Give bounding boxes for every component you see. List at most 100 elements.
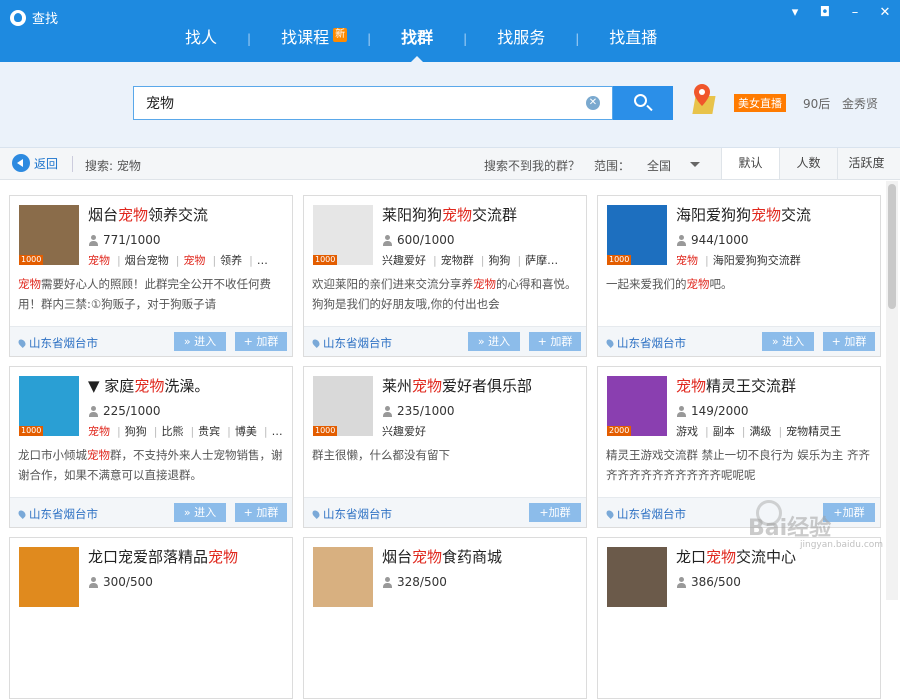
group-tag: 宠物 — [183, 254, 206, 267]
tab-label: 找人 — [185, 28, 218, 47]
scroll-thumb[interactable] — [888, 184, 896, 309]
member-count-text: 328/500 — [397, 575, 447, 589]
group-avatar[interactable]: 2000 — [607, 376, 667, 436]
enter-button[interactable]: » 进入 — [468, 332, 520, 351]
group-title[interactable]: 宠物精灵王交流群 — [676, 375, 796, 396]
sort-default[interactable]: 默认 — [721, 148, 779, 179]
member-count: 235/1000 — [382, 404, 455, 418]
tab-find-live[interactable]: 找直播 — [609, 20, 657, 58]
filter-bar: 返回 搜索: 宠物 搜索不到我的群？ 范围： 全国 默认 人数 活跃度 — [0, 148, 900, 180]
group-description — [606, 616, 874, 656]
desc-text: 欢迎莱阳的亲们进来交流分享养 — [312, 277, 473, 291]
group-card[interactable]: 1000 莱州宠物爱好者俱乐部 235/1000 兴趣爱好 群主很懒，什么都没有留下 山东… — [303, 366, 587, 528]
group-card[interactable]: 龙口宠爱部落精品宠物 300/500 — [9, 537, 293, 699]
member-count-text: 235/1000 — [397, 404, 455, 418]
join-button[interactable]: + 加群 — [529, 332, 581, 351]
live-badge[interactable]: 美女直播 — [734, 94, 786, 112]
group-title[interactable]: 烟台宠物领养交流 — [88, 204, 208, 225]
enter-button[interactable]: » 进入 — [174, 503, 226, 522]
member-count-text: 225/1000 — [103, 404, 161, 418]
member-count-text: 771/1000 — [103, 233, 161, 247]
location-pin-icon — [605, 338, 615, 348]
back-button[interactable]: 返回 — [12, 154, 58, 172]
location-text: 山东省烟台市 — [323, 507, 392, 521]
hot-keyword[interactable]: 金秀贤 — [842, 95, 878, 112]
app-title: 查找 — [10, 8, 58, 27]
group-avatar[interactable]: 1000 — [19, 376, 79, 436]
group-location: 山东省烟台市 — [605, 335, 686, 351]
join-button[interactable]: + 加群 — [235, 332, 287, 351]
tag-divider: | — [480, 254, 485, 267]
group-avatar[interactable]: 1000 — [313, 205, 373, 265]
skin-icon[interactable]: ◘ — [818, 6, 832, 20]
join-button[interactable]: + 加群 — [235, 503, 287, 522]
tag-divider: | — [249, 254, 253, 267]
group-avatar[interactable]: 1000 — [313, 376, 373, 436]
enter-button[interactable]: » 进入 — [762, 332, 814, 351]
tab-find-service[interactable]: 找服务 — [497, 20, 545, 58]
group-card[interactable]: 1000 莱阳狗狗宠物交流群 600/1000 兴趣爱好 | 宠物群 | 狗狗 | 萨摩… 欢迎莱阳… — [303, 195, 587, 357]
close-icon[interactable]: ✕ — [878, 6, 892, 20]
person-icon — [382, 576, 393, 588]
card-footer: 山东省烟台市 » 进入 + 加群 — [10, 326, 292, 356]
sort-members[interactable]: 人数 — [779, 148, 837, 179]
group-tag: 宠物 — [88, 254, 110, 267]
enter-button[interactable]: » 进入 — [174, 332, 226, 351]
group-card[interactable]: 1000 烟台宠物领养交流 771/1000 宠物 | 烟台宠物 | 宠物 | 领养 |… 宠物需要好… — [9, 195, 293, 357]
minimize-icon[interactable]: – — [848, 6, 862, 20]
group-avatar[interactable]: 1000 — [607, 205, 667, 265]
group-title[interactable]: 莱阳狗狗宠物交流群 — [382, 204, 517, 225]
title-text: 莱阳狗狗 — [382, 206, 443, 224]
chevron-down-icon[interactable] — [690, 162, 700, 167]
group-location: 山东省烟台市 — [17, 506, 98, 522]
group-avatar[interactable] — [19, 547, 79, 607]
group-card[interactable]: 烟台宠物食药商城 328/500 — [303, 537, 587, 699]
group-tag: … — [256, 254, 268, 267]
hot-keyword[interactable]: 90后 — [803, 95, 830, 112]
range-select[interactable]: 全国 — [647, 157, 671, 174]
clear-icon[interactable]: ✕ — [586, 96, 600, 110]
tab-find-people[interactable]: 找人 — [185, 20, 217, 58]
join-button[interactable]: + 加群 — [823, 332, 875, 351]
group-card[interactable]: 2000 宠物精灵王交流群 149/2000 游戏 | 副本 | 满级 | 宠物精灵王 精灵王游戏交… — [597, 366, 881, 528]
scrollbar[interactable] — [886, 181, 898, 600]
search-box: ✕ — [133, 86, 613, 120]
join-button[interactable]: +加群 — [529, 503, 581, 522]
group-title[interactable]: 海阳爱狗狗宠物交流 — [676, 204, 811, 225]
group-location: 山东省烟台市 — [17, 335, 98, 351]
group-avatar[interactable]: 1000 — [19, 205, 79, 265]
search-input[interactable] — [134, 87, 564, 119]
group-title[interactable]: 龙口宠爱部落精品宠物 — [88, 546, 238, 567]
tab-label: 找服务 — [497, 28, 546, 47]
title-text: ▼ 家庭 — [88, 377, 135, 395]
tab-find-course[interactable]: 找课程新 — [281, 20, 348, 58]
title-bar: 查找 ▾ ◘ – ✕ 找人 | 找课程新 | 找群 | 找服务 | 找直播 — [0, 0, 900, 62]
group-avatar[interactable] — [313, 547, 373, 607]
group-title[interactable]: 莱州宠物爱好者俱乐部 — [382, 375, 532, 396]
tab-find-group[interactable]: 找群 — [401, 20, 433, 62]
search-button[interactable] — [613, 86, 673, 120]
group-card[interactable]: 1000 海阳爱狗狗宠物交流 944/1000 宠物 | 海阳爱狗狗交流群 一起来爱我们的宠… — [597, 195, 881, 357]
member-count: 600/1000 — [382, 233, 455, 247]
sort-activity[interactable]: 活跃度 — [837, 148, 895, 179]
group-description: 宠物需要好心人的照顾！此群完全公开不收任何费用！群内三禁:①狗贩子，对于狗贩子请 — [18, 274, 286, 314]
level-badge: 1000 — [19, 426, 44, 436]
group-location: 山东省烟台市 — [311, 506, 392, 522]
group-tag: 贵宾 — [198, 425, 221, 438]
group-title[interactable]: ▼ 家庭宠物洗澡。 — [88, 375, 209, 396]
group-title[interactable]: 龙口宠物交流中心 — [676, 546, 796, 567]
group-card[interactable]: 1000 ▼ 家庭宠物洗澡。 225/1000 宠物 | 狗狗 | 比熊 | 贵宾 | 博美 |… 龙口市… — [9, 366, 293, 528]
group-card[interactable]: 龙口宠物交流中心 386/500 — [597, 537, 881, 699]
group-title[interactable]: 烟台宠物食药商城 — [382, 546, 502, 567]
card-footer: 山东省烟台市 » 进入 + 加群 — [598, 326, 880, 356]
menu-icon[interactable]: ▾ — [788, 6, 802, 20]
tag-divider: | — [117, 425, 121, 438]
group-description: 精灵王游戏交流群 禁止一切不良行为 娱乐为主 齐齐齐齐齐齐齐齐齐齐齐齐呢呢呢 — [606, 445, 874, 485]
level-badge: 1000 — [19, 255, 44, 265]
cannot-find-link[interactable]: 搜索不到我的群？ — [484, 157, 580, 174]
tag-divider: | — [705, 254, 709, 267]
search-icon — [634, 94, 647, 107]
map-pin-icon[interactable] — [690, 82, 720, 116]
group-description: 欢迎莱阳的亲们进来交流分享养宠物的心得和喜悦。狗狗是我们的好朋友哦,你的付出也会 — [312, 274, 580, 314]
group-avatar[interactable] — [607, 547, 667, 607]
